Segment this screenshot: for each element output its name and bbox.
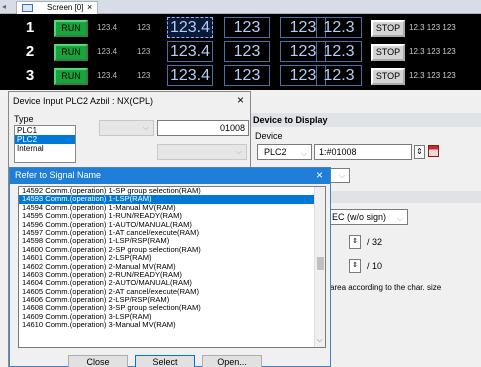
decimals-spinner[interactable]: ⇕ [349,259,361,273]
disabled-select: ⌵ [99,120,154,136]
tab-screen-0[interactable]: Screen [0] × [16,1,98,14]
device-label: Device [255,131,283,141]
numeric-display-group[interactable]: 12.3 123 123 [409,47,456,56]
numeric-display[interactable]: 123.4 [167,65,213,86]
numeric-display[interactable]: 12.3 [316,41,362,62]
tab-scroll-left-icon[interactable]: ◂ [2,2,6,11]
signal-list-item[interactable]: 14597 Comm.(operation) 1-AT cancel/execu… [19,229,315,237]
screen-row: 3 RUN 123.4 123 123.4 123 123 12.3 STOP … [0,64,481,88]
signal-list-item[interactable]: 14610 Comm.(operation) 3-Manual MV(RAM) [19,321,315,329]
device-select-value: PLC2 [264,147,287,157]
select-button[interactable]: Select [135,355,195,367]
type-item-plc1[interactable]: PLC1 [15,126,75,135]
stop-button[interactable]: STOP [371,20,405,37]
char-size-note: area according to the char. size [330,283,442,292]
dialog-titlebar: Refer to Signal Name × [10,168,330,184]
digits-max-label: / 32 [367,237,383,247]
address-spin-icon[interactable]: ⇕ [414,145,425,159]
signal-list[interactable]: 14592 Comm.(operation) 1-SP group select… [18,186,326,348]
screen-row: 2 RUN 123.4 123 123.4 123 123 12.3 STOP … [0,40,481,64]
device-to-display-heading: Device to Display [251,113,481,127]
display-format-select[interactable]: EC (w/o sign) ⌵ [330,209,408,225]
dialog-title: Device Input PLC2 Azbil : NX(CPL) [13,96,154,106]
numeric-display-small[interactable]: 123.4 [97,47,117,56]
close-button[interactable]: Close [68,355,128,367]
type-item-plc2[interactable]: PLC2 [15,135,75,144]
row-number: 1 [25,19,35,36]
scroll-down-icon[interactable]: ⌵ [317,337,322,345]
screen-row: 1 RUN 123.4 123 123.4 123 123 12.3 STOP … [0,16,481,40]
secondary-select[interactable]: ⌵ [330,168,350,183]
signal-list-item[interactable]: 14601 Comm.(operation) 2-LSP(RAM) [19,254,315,262]
type-list[interactable]: PLC1 PLC2 Internal [14,125,76,163]
numeric-display-small[interactable]: 123 [137,23,150,32]
numeric-display[interactable]: 12.3 [316,17,362,38]
chevron-down-icon: ⌵ [338,171,345,180]
tab-label: Screen [0] [47,3,84,12]
numeric-display[interactable]: 123 [224,17,270,38]
numeric-display[interactable]: 123 [224,41,270,62]
numeric-display-small[interactable]: 123.4 [97,71,117,80]
signal-list-item[interactable]: 14608 Comm.(operation) 3-SP group select… [19,304,315,312]
signal-list-item[interactable]: 14595 Comm.(operation) 1-RUN/READY(RAM) [19,212,315,220]
type-label: Type [14,114,34,124]
open-button[interactable]: Open... [202,355,262,367]
numeric-display-group[interactable]: 12.3 123 123 [409,71,456,80]
chevron-down-icon: ⌵ [396,214,403,223]
signal-list-item[interactable]: 14592 Comm.(operation) 1-SP group select… [19,187,315,195]
signal-list-item[interactable]: 14609 Comm.(operation) 3-LSP(RAM) [19,313,315,321]
numeric-display-small[interactable]: 123 [137,71,150,80]
close-icon[interactable]: × [237,93,244,107]
signal-list-item[interactable]: 14594 Comm.(operation) 1-Manual MV(RAM) [19,204,315,212]
document-tab-strip: ◂ Screen [0] × [0,0,481,14]
signal-list-item[interactable]: 14598 Comm.(operation) 1-LSP/RSP(RAM) [19,237,315,245]
chevron-down-icon: ⌵ [142,123,149,132]
numeric-display[interactable]: 123 [224,65,270,86]
run-button[interactable]: RUN [54,44,88,61]
calculator-icon[interactable] [428,145,439,157]
signal-list-item[interactable]: 14602 Comm.(operation) 2-Manual MV(RAM) [19,263,315,271]
dialog-title: Refer to Signal Name [15,170,102,180]
decimals-max-label: / 10 [367,261,383,271]
format-section-heading [330,191,481,203]
hmi-screen-canvas[interactable]: 1 RUN 123.4 123 123.4 123 123 12.3 STOP … [0,14,481,90]
digits-spinner[interactable]: ⇕ [349,235,361,249]
signal-list-item[interactable]: 14604 Comm.(operation) 2-AUTO/MANUAL(RAM… [19,279,315,287]
device-select[interactable]: PLC2 ⌵ [257,144,312,160]
numeric-display-small[interactable]: 123 [137,47,150,56]
chevron-down-icon: ⌵ [300,149,307,158]
numeric-display[interactable]: 12.3 [316,65,362,86]
vertical-scrollbar[interactable]: ⌵ [314,187,325,347]
signal-name-dialog: Refer to Signal Name × 14592 Comm.(opera… [9,167,331,367]
device-address-input[interactable]: 1:#01008 [314,144,412,160]
signal-list-item[interactable]: 14593 Comm.(operation) 1-LSP(RAM) [19,195,315,204]
type-item-internal[interactable]: Internal [15,144,75,153]
stop-button[interactable]: STOP [371,68,405,85]
numeric-display-group[interactable]: 12.3 123 123 [409,23,456,32]
close-icon[interactable]: × [316,168,323,182]
run-button[interactable]: RUN [54,20,88,37]
run-button[interactable]: RUN [54,68,88,85]
signal-list-item[interactable]: 14603 Comm.(operation) 2-RUN/READY(RAM) [19,271,315,279]
address-input[interactable]: 01008 [157,120,249,136]
row-number: 3 [25,67,35,84]
numeric-display[interactable]: 123.4 [167,41,213,62]
signal-list-items: 14592 Comm.(operation) 1-SP group select… [19,187,315,330]
scrollbar-thumb[interactable] [317,257,324,270]
display-format-value: EC (w/o sign) [332,212,387,222]
chevron-down-icon: ⌵ [235,147,242,156]
numeric-display-small[interactable]: 123.4 [97,23,117,32]
disabled-select: ⌵ [157,144,247,160]
numeric-display-selected[interactable]: 123.4 [167,17,213,38]
signal-list-item[interactable]: 14605 Comm.(operation) 2-AT cancel/execu… [19,288,315,296]
signal-list-item[interactable]: 14596 Comm.(operation) 1-AUTO/MANUAL(RAM… [19,221,315,229]
stop-button[interactable]: STOP [371,44,405,61]
signal-list-item[interactable]: 14606 Comm.(operation) 2-LSP/RSP(RAM) [19,296,315,304]
row-number: 2 [25,43,35,60]
screen-icon [22,4,33,12]
signal-list-item[interactable]: 14600 Comm.(operation) 2-SP group select… [19,246,315,254]
tab-close-icon[interactable]: × [87,2,92,12]
